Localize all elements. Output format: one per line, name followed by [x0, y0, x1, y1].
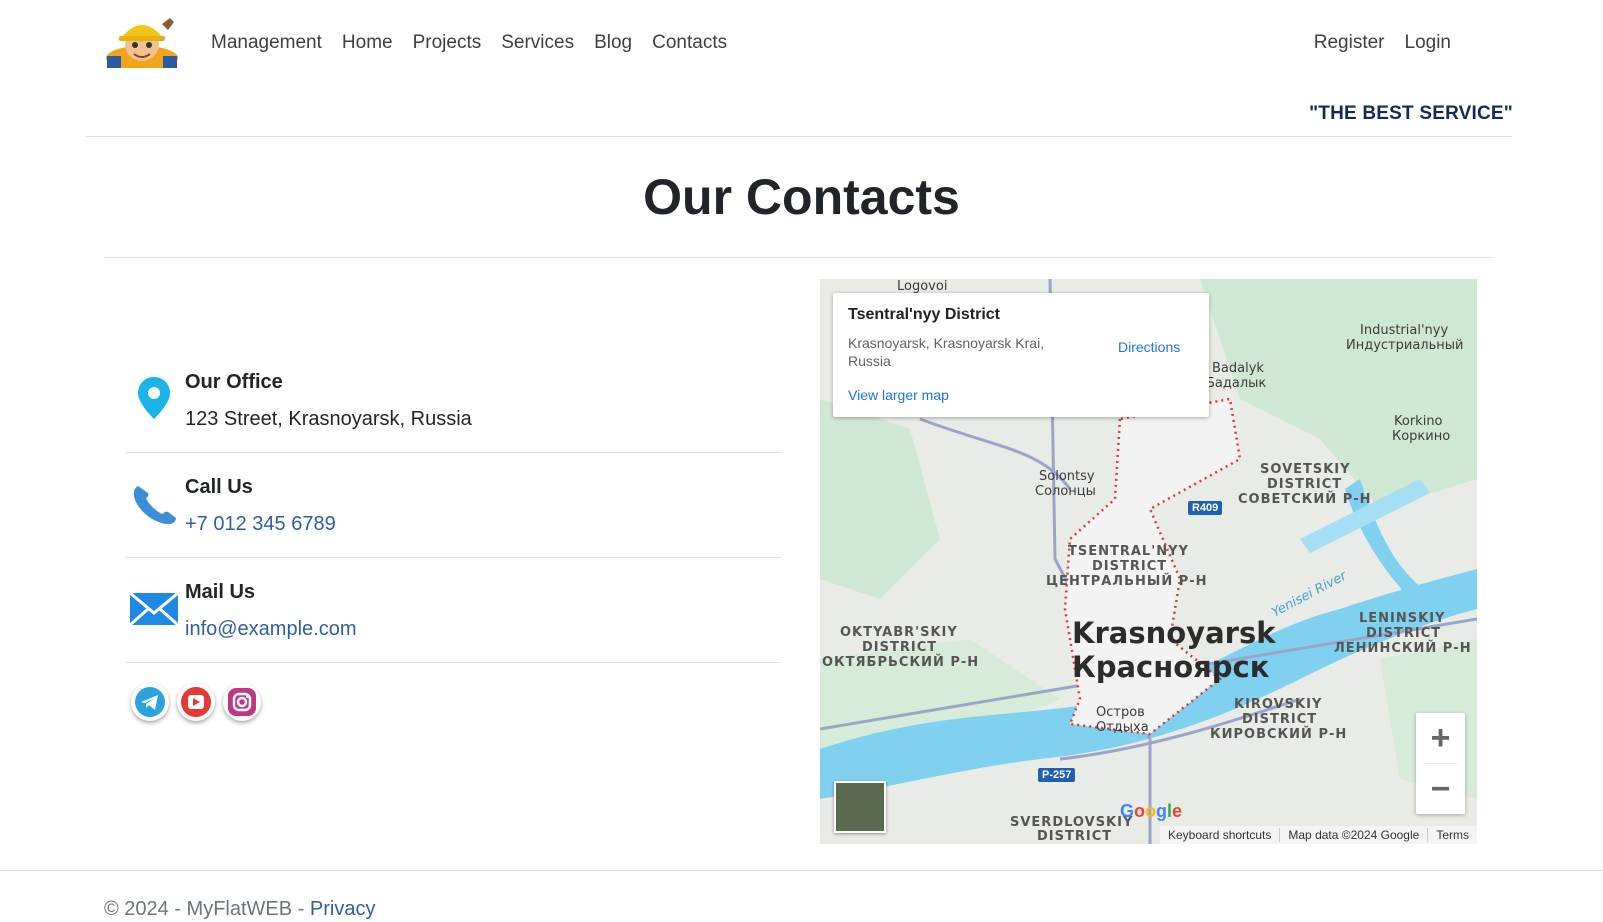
office-heading: Our Office [185, 371, 283, 393]
youtube-icon[interactable] [177, 683, 215, 721]
builder-mascot-icon[interactable] [104, 14, 180, 70]
map-label: Отдыха [1096, 720, 1149, 735]
view-larger-map-link[interactable]: View larger map [848, 387, 949, 403]
map-label: СОВЕТСКИЙ Р-Н [1238, 492, 1372, 507]
title-divider [104, 257, 1494, 258]
nav-blog[interactable]: Blog [594, 30, 632, 56]
map-label: Коркино [1392, 429, 1451, 444]
phone-icon [128, 480, 180, 532]
nav-home[interactable]: Home [342, 30, 393, 56]
divider [125, 662, 781, 663]
map-label: Бадалык [1206, 376, 1267, 391]
map-label: DISTRICT [1037, 829, 1113, 844]
nav-services[interactable]: Services [501, 30, 574, 56]
map-label: SOVETSKIY [1260, 462, 1351, 477]
terms-link[interactable]: Terms [1427, 828, 1477, 842]
email-link[interactable]: info@example.com [185, 618, 356, 641]
divider [125, 557, 781, 558]
map-label: DISTRICT [1092, 559, 1168, 574]
navbar: Management Home Projects Services Blog C… [0, 0, 1603, 86]
map-label: Solontsy [1039, 469, 1095, 484]
map-label: OKTYABR'SKIY [840, 625, 958, 640]
place-name: Tsentral'nyy District [848, 306, 1000, 323]
office-address: 123 Street, Krasnoyarsk, Russia [185, 408, 472, 430]
call-block: Call Us +7 012 345 6789 [125, 476, 781, 558]
map-label: KIROVSKIY [1234, 697, 1323, 712]
map-label: Остров [1096, 705, 1145, 720]
telegram-icon[interactable] [131, 683, 169, 721]
envelope-icon [128, 589, 180, 641]
mail-heading: Mail Us [185, 581, 256, 603]
zoom-out-button[interactable]: − [1416, 764, 1465, 814]
map-city-label: Krasnoyarsk [1072, 616, 1276, 650]
map-label: ОКТЯБРЬСКИЙ Р-Н [822, 655, 980, 670]
map-label: Industrial'nyy [1360, 323, 1449, 338]
map-label: SVERDLOVSKIY [1010, 815, 1134, 830]
satellite-toggle-button[interactable] [834, 781, 886, 833]
map-label: Солонцы [1035, 484, 1096, 499]
call-heading: Call Us [185, 476, 253, 498]
road-badge: P-257 [1038, 768, 1076, 782]
auth-nav: Register Login [1314, 30, 1451, 56]
map-label: ЛЕНИНСКИЙ Р-Н [1334, 641, 1472, 656]
map-label: DISTRICT [1242, 712, 1318, 727]
map-pin-icon [128, 375, 180, 427]
map-label: Logovoi [897, 279, 948, 294]
zoom-control: + − [1416, 713, 1465, 814]
map-data-text: Map data ©2024 Google [1279, 828, 1427, 842]
footer: © 2024 - MyFlatWEB - Privacy [104, 898, 375, 921]
footer-copyright: © 2024 - MyFlatWEB - [104, 898, 310, 920]
header-divider [86, 136, 1512, 137]
place-address: Krasnoyarsk, Krasnoyarsk Krai, Russia [848, 335, 1045, 369]
social-links [131, 683, 261, 721]
map-label: DISTRICT [862, 640, 938, 655]
mail-block: Mail Us info@example.com [125, 581, 781, 663]
office-block: Our Office 123 Street, Krasnoyarsk, Russ… [125, 371, 781, 453]
login-link[interactable]: Login [1405, 30, 1452, 56]
map-label: Индустриальный [1346, 338, 1464, 353]
map-label: DISTRICT [1366, 626, 1442, 641]
map-label: КИРОВСКИЙ Р-Н [1210, 727, 1348, 742]
phone-link[interactable]: +7 012 345 6789 [185, 513, 336, 536]
google-logo: Google [1120, 801, 1183, 821]
privacy-link[interactable]: Privacy [310, 898, 376, 920]
page-title: Our Contacts [643, 169, 960, 225]
zoom-in-button[interactable]: + [1416, 713, 1465, 763]
road-badge: R409 [1188, 501, 1223, 515]
nav-management[interactable]: Management [211, 30, 322, 56]
place-info-card: Tsentral'nyy District Krasnoyarsk, Krasn… [833, 293, 1209, 417]
keyboard-shortcuts-link[interactable]: Keyboard shortcuts [1160, 828, 1279, 842]
map-label: TSENTRAL'NYY [1068, 544, 1189, 559]
footer-divider [0, 870, 1603, 871]
map-label: Korkino [1394, 414, 1443, 429]
map-label: Badalyk [1212, 361, 1264, 376]
map-label: DISTRICT [1267, 477, 1343, 492]
instagram-icon[interactable] [223, 683, 261, 721]
map-label: ЦЕНТРАЛЬНЫЙ Р-Н [1046, 574, 1208, 589]
nav-projects[interactable]: Projects [413, 30, 482, 56]
main-nav: Management Home Projects Services Blog C… [211, 30, 727, 56]
map-label: LENINSKIY [1359, 611, 1446, 626]
map-city-label: Красноярск [1072, 650, 1270, 684]
map-attribution: Keyboard shortcuts Map data ©2024 Google… [1160, 826, 1477, 844]
tagline: "THE BEST SERVICE" [1309, 103, 1513, 124]
directions-link[interactable]: Directions [1118, 339, 1180, 355]
embedded-map[interactable]: Logovoi Industrial'nyy Индустриальный Ba… [820, 279, 1477, 844]
register-link[interactable]: Register [1314, 30, 1385, 56]
nav-contacts[interactable]: Contacts [652, 30, 727, 56]
divider [125, 452, 781, 453]
